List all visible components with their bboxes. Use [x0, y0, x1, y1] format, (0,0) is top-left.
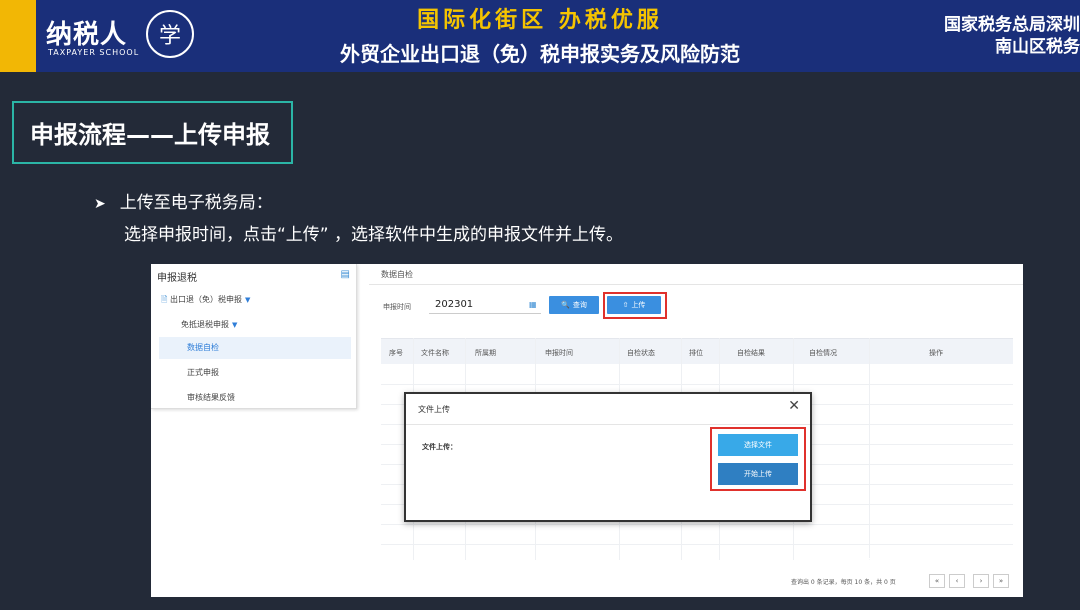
upload-highlight-box — [603, 292, 667, 319]
menu-icon[interactable]: ▤ — [341, 269, 350, 280]
file-upload-dialog: 文件上传 ✕ 文件上传： 选择文件 开始上传 — [404, 392, 812, 522]
column-header: 所属期 — [475, 349, 496, 357]
bullet-item: ➤ 上传至电子税务局： — [94, 188, 273, 213]
file-upload-label: 文件上传： — [422, 443, 457, 451]
wechat-icon: ◎ — [842, 556, 856, 575]
sidebar-item-self-check[interactable]: 数据自检 — [159, 337, 351, 359]
watermark: ◎ 进出口财税通 — [842, 548, 982, 577]
sidebar-item-label: 出口退（免）税申报 — [169, 295, 242, 304]
declaration-time-label: 申报时间 — [383, 303, 411, 311]
table-row — [381, 544, 1013, 545]
sidebar-item-exemption-refund[interactable]: 免抵退税申报 ▼ — [181, 319, 237, 330]
sidebar-item-label: 免抵退税申报 — [181, 320, 229, 329]
instruction-text: 选择申报时间，点击“上传” ，选择软件中生成的申报文件并上传。 — [124, 225, 624, 245]
section-title: 申报流程——上传申报 — [12, 101, 293, 164]
query-button[interactable]: 🔍 查询 — [549, 296, 599, 314]
column-header: 自检结果 — [737, 349, 765, 357]
watermark-text: 进出口财税通 — [861, 552, 982, 576]
column-header: 操作 — [929, 349, 943, 357]
header-banner: 纳税人 TAXPAYER SCHOOL 学 国际化街区 办税优服 外贸企业出口退… — [0, 0, 1080, 72]
sidebar-item-export-refund[interactable]: 🗎 出口退（免）税申报 ▼ — [161, 294, 250, 308]
dialog-highlight-box — [710, 427, 806, 491]
course-title: 外贸企业出口退（免）税申报实务及风险防范 — [340, 42, 740, 66]
table-row — [381, 524, 1013, 525]
banner-slogan: 国际化街区 办税优服 — [417, 7, 663, 33]
table-header: 序号 文件名称 所属期 申报时间 自检状态 排位 自检结果 自检情况 操作 — [381, 338, 1013, 364]
column-header: 自检状态 — [627, 349, 655, 357]
close-icon[interactable]: ✕ — [788, 398, 800, 414]
caret-down-icon: ▼ — [244, 296, 251, 304]
divider — [369, 284, 1023, 285]
column-header: 自检情况 — [809, 349, 837, 357]
last-page-button[interactable]: » — [993, 574, 1009, 588]
bullet-text: 上传至电子税务局： — [119, 193, 273, 213]
dialog-divider — [406, 424, 810, 425]
query-button-label: 查询 — [572, 301, 587, 309]
pagination-summary: 查询出 0 条记录，每页 10 条，共 0 页 — [791, 579, 896, 586]
table-column-line — [869, 338, 870, 560]
organization-name-line2: 南山区税务 — [995, 37, 1080, 57]
sidebar-item-formal-declaration[interactable]: 正式申报 — [187, 367, 219, 378]
calendar-icon[interactable]: ▦ — [529, 300, 537, 309]
table-row — [381, 384, 1013, 385]
declaration-time-input[interactable]: 202301 — [429, 296, 541, 314]
column-header: 序号 — [389, 349, 403, 357]
bullet-arrow-icon: ➤ — [94, 196, 106, 212]
sidebar-item-review-feedback[interactable]: 审核结果反馈 — [187, 392, 235, 403]
sidebar: 申报退税 ▤ 🗎 出口退（免）税申报 ▼ 免抵退税申报 ▼ 数据自检 正式申报 审核… — [151, 264, 357, 409]
breadcrumb: 数据自检 — [381, 270, 413, 279]
search-icon: 🔍 — [561, 301, 570, 309]
caret-down-icon: ▼ — [232, 321, 238, 329]
dialog-title: 文件上传 — [418, 405, 450, 414]
column-header: 排位 — [689, 349, 703, 357]
document-icon: 🗎 — [161, 295, 168, 304]
sidebar-title: 申报退税 — [157, 273, 197, 284]
column-header: 文件名称 — [421, 349, 449, 357]
column-header: 申报时间 — [545, 349, 573, 357]
